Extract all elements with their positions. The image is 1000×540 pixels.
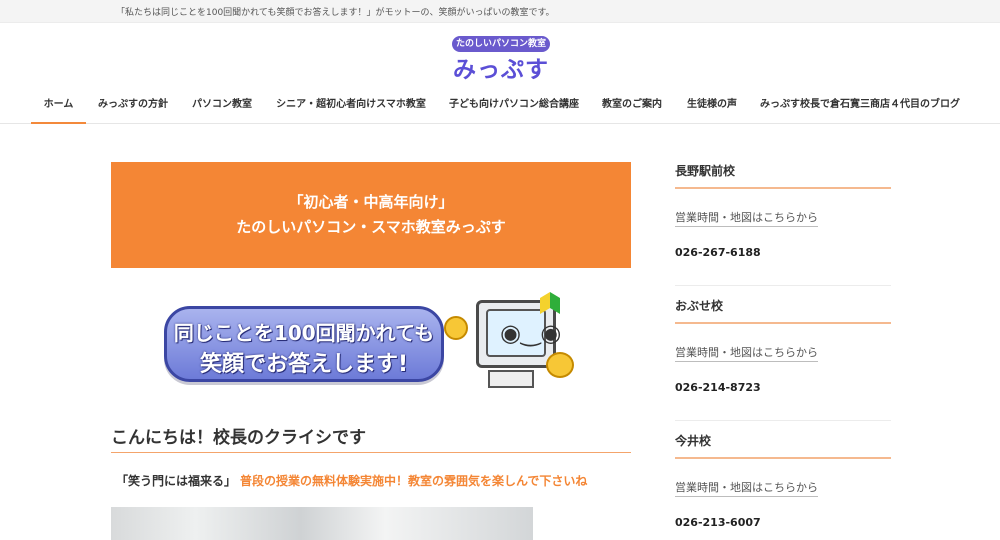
school-name: おぶせ校	[675, 299, 724, 313]
top-bar: 「私たちは同じことを100回聞かれても笑顔でお答えします！」がモットーの、笑顔が…	[0, 0, 1000, 23]
school-underline	[675, 322, 891, 324]
banner-line-2: たのしいパソコン・スマホ教室みっぷす	[236, 218, 506, 236]
nav-item-classroom-info[interactable]: 教室のご案内	[596, 86, 668, 124]
hero-text-2: 笑顔でお答えします!	[199, 352, 409, 377]
school-phone: 026-267-6188	[675, 246, 761, 259]
school-name: 長野駅前校	[675, 164, 736, 178]
school-underline	[675, 457, 891, 459]
school-underline	[675, 187, 891, 189]
nav-item-home[interactable]: ホーム	[31, 86, 86, 124]
banner-line-1: 「初心者・中高年向け」	[288, 193, 454, 211]
nav-item-kids-course[interactable]: 子ども向けパソコン総合講座	[444, 86, 584, 124]
intro-tagline: 「笑う門には福来る」 普段の授業の無料体験実施中！教室の雰囲気を楽しんで下さいね	[116, 472, 587, 489]
school-name: 今井校	[675, 434, 712, 448]
keyboard-icon	[488, 370, 534, 388]
heading-divider	[111, 452, 631, 453]
hero-banner: 「初心者・中高年向け」 たのしいパソコン・スマホ教室みっぷす	[111, 162, 631, 268]
hero-illustration: 同じことを100回聞かれても 笑顔でお答えします! ◉‿◉	[158, 288, 588, 398]
page-heading: こんにちは！校長のクライシです	[111, 428, 366, 448]
proverb-text: 「笑う門には福来る」	[116, 474, 237, 488]
hero-text-1: 同じことを100回聞かれても	[173, 321, 435, 345]
school-phone: 026-214-8723	[675, 381, 761, 394]
nav-item-policy[interactable]: みっぷすの方針	[92, 86, 174, 124]
hand-icon	[444, 316, 468, 340]
nav-item-pc-class[interactable]: パソコン教室	[186, 86, 258, 124]
main-nav: ホーム みっぷすの方針 パソコン教室 シニア・超初心者向けスマホ教室 子ども向け…	[0, 86, 1000, 124]
site-tagline: 「私たちは同じことを100回聞かれても笑顔でお答えします！」がモットーの、笑顔が…	[116, 8, 555, 18]
hand-icon	[546, 352, 574, 378]
classroom-photo	[111, 507, 533, 540]
speech-bubble: 同じことを100回聞かれても 笑顔でお答えします!	[164, 306, 444, 382]
school-map-link[interactable]: 営業時間・地図はこちらから	[675, 209, 818, 227]
school-phone: 026-213-6007	[675, 516, 761, 529]
site-logo[interactable]: たのしいパソコン教室 みっぷす	[452, 36, 550, 83]
nav-item-senior-smartphone[interactable]: シニア・超初心者向けスマホ教室	[270, 86, 432, 124]
school-divider	[675, 420, 891, 421]
beginner-mark-icon	[540, 292, 560, 314]
nav-item-voices[interactable]: 生徒様の声	[680, 86, 744, 124]
school-map-link[interactable]: 営業時間・地図はこちらから	[675, 479, 818, 497]
school-map-link[interactable]: 営業時間・地図はこちらから	[675, 344, 818, 362]
nav-item-blog[interactable]: みっぷす校長で倉石寛三商店４代目のブログ	[756, 86, 964, 124]
logo-name: みっぷす	[453, 57, 549, 83]
school-divider	[675, 285, 891, 286]
free-trial-text: 普段の授業の無料体験実施中！教室の雰囲気を楽しんで下さいね	[240, 474, 588, 488]
